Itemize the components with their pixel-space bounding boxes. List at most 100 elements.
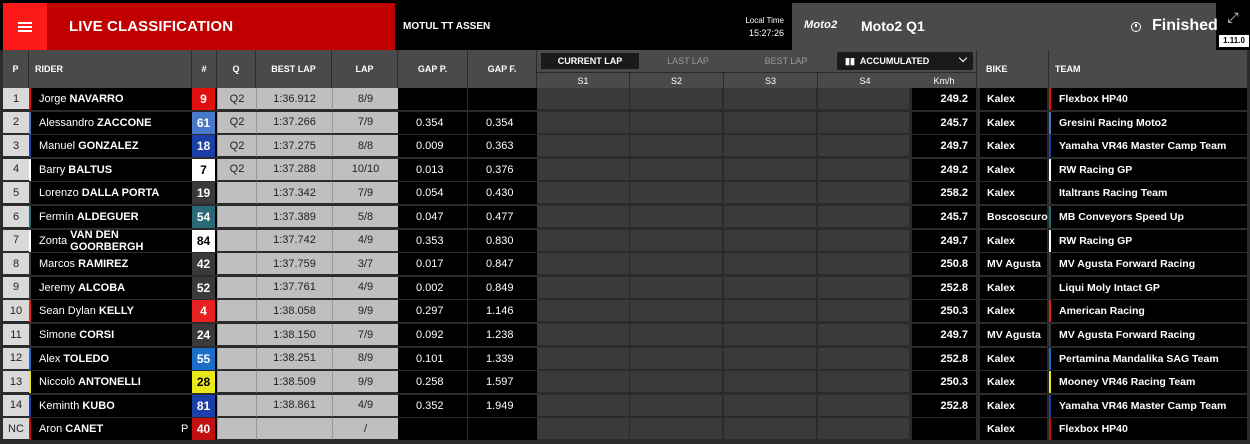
gap-first-cell: 0.830 (468, 229, 537, 252)
gap-first-cell: 0.354 (468, 111, 537, 134)
sector-tabs: CURRENT LAP LAST LAP BEST LAP ▮▮ ACCUMUL… (537, 50, 977, 88)
rider-first-name: Marcos (39, 258, 76, 271)
gap-first-cell: 1.238 (468, 324, 537, 346)
sector-1-cell (537, 158, 630, 181)
lap-count-cell: 4/9 (332, 276, 398, 299)
tab-current-lap[interactable]: CURRENT LAP (541, 53, 639, 69)
sector-4-cell (818, 158, 910, 181)
rider-cell[interactable]: Lorenzo DALLA PORTA (29, 182, 192, 205)
tab-last-lap[interactable]: LAST LAP (639, 53, 737, 69)
expand-icon[interactable]: ⤢ (1220, 4, 1246, 30)
menu-button[interactable] (3, 3, 47, 50)
sector-2-cell (630, 371, 723, 394)
col-pos: P (3, 50, 29, 88)
lap-count-cell: 7/9 (332, 111, 398, 134)
rider-cell[interactable]: Barry BALTUS (29, 158, 192, 181)
best-lap-cell: 1:38.509 (256, 371, 332, 394)
rider-cell[interactable]: Aron CANET P (29, 418, 192, 441)
rider-cell[interactable]: Alex TOLEDO (29, 347, 192, 370)
rider-number-badge: 18 (192, 135, 217, 158)
rider-first-name: Aron (39, 423, 63, 436)
sector-4-cell (818, 371, 910, 394)
lap-count-cell: / (332, 418, 398, 441)
table-row[interactable]: 4 Barry BALTUS 7 Q2 1:37.288 10/10 0.013 0.376 24… (3, 158, 1247, 183)
rider-last-name: DALLA PORTA (81, 187, 160, 200)
sector-4-cell (818, 300, 910, 323)
rider-number-badge: 42 (192, 253, 217, 276)
rider-number-badge: 61 (192, 111, 217, 134)
bike-cell: Kalex (980, 418, 1047, 441)
moto2-logo: Moto2 (804, 19, 838, 31)
sector-4-cell (818, 276, 910, 299)
table-row[interactable]: NC Aron CANET P 40 / Kalex Flexbox HP40 (3, 418, 1247, 442)
rider-cell[interactable]: Niccolò ANTONELLI (29, 371, 192, 394)
gap-first-cell: 0.847 (468, 253, 537, 276)
table-row[interactable]: 13 Niccolò ANTONELLI 28 1:38.509 9/9 0.258 1.59… (3, 371, 1247, 395)
sector-3-cell (724, 418, 817, 441)
team-cell: RW Racing GP (1049, 229, 1247, 252)
col-s1: S1 (537, 72, 630, 88)
gap-first-cell: 1.949 (468, 394, 537, 417)
best-lap-cell: 1:37.275 (256, 135, 332, 158)
gap-previous-cell: 0.013 (398, 158, 468, 181)
position-cell: 2 (3, 111, 29, 134)
sector-1-cell (537, 88, 630, 110)
table-row[interactable]: 2 Alessandro ZACCONE 61 Q2 1:37.266 7/9 0.354 0.… (3, 111, 1247, 136)
bike-cell: Kalex (980, 229, 1047, 252)
position-cell: 6 (3, 206, 29, 228)
table-row[interactable]: 11 Simone CORSI 24 1:38.150 7/9 0.092 1.238 249.… (3, 324, 1247, 348)
tab-best-lap[interactable]: BEST LAP (737, 53, 835, 69)
bike-cell: Kalex (980, 300, 1047, 323)
rider-last-name: ANTONELLI (78, 376, 141, 389)
table-row[interactable]: 8 Marcos RAMIREZ 42 1:37.759 3/7 0.017 0.847 250… (3, 253, 1247, 277)
sector-2-cell (630, 88, 723, 110)
gap-previous-cell (398, 418, 468, 441)
lap-count-cell: 9/9 (332, 300, 398, 323)
rider-cell[interactable]: Jeremy ALCOBA (29, 276, 192, 299)
sector-1-cell (537, 276, 630, 299)
table-row[interactable]: 12 Alex TOLEDO 55 1:38.251 8/9 0.101 1.339 252.8… (3, 347, 1247, 372)
rider-cell[interactable]: Jorge NAVARRO (29, 88, 192, 110)
position-cell: 14 (3, 394, 29, 417)
rider-last-name: CANET (65, 423, 104, 436)
sector-2-cell (630, 229, 723, 252)
sector-1-cell (537, 111, 630, 134)
rider-cell[interactable]: Alessandro ZACCONE (29, 111, 192, 134)
bike-cell: Kalex (980, 371, 1047, 394)
gap-first-cell: 1.146 (468, 300, 537, 323)
sector-3-cell (724, 111, 817, 134)
rider-cell[interactable]: Keminth KUBO (29, 394, 192, 417)
rider-last-name: ALCOBA (78, 281, 126, 294)
sector-1-cell (537, 182, 630, 205)
sector-3-cell (724, 347, 817, 370)
rider-cell[interactable]: Fermín ALDEGUER (29, 206, 192, 228)
table-row[interactable]: 5 Lorenzo DALLA PORTA 19 1:37.342 7/9 0.054 0.4… (3, 182, 1247, 206)
position-cell: 8 (3, 253, 29, 276)
rider-cell[interactable]: Marcos RAMIREZ (29, 253, 192, 276)
table-row[interactable]: 9 Jeremy ALCOBA 52 1:37.761 4/9 0.002 0.849 252.… (3, 276, 1247, 301)
col-q: Q (217, 50, 256, 88)
table-row[interactable]: 1 Jorge NAVARRO 9 Q2 1:36.912 8/9 249.2 Kalex Fle… (3, 88, 1247, 112)
best-lap-cell: 1:37.742 (256, 229, 332, 252)
mode-dropdown[interactable]: ▮▮ ACCUMULATED (837, 52, 973, 70)
table-row[interactable]: 10 Sean Dylan KELLY 4 1:38.058 9/9 0.297 1.146 2… (3, 300, 1247, 324)
speed-cell: 250.3 (912, 371, 976, 394)
qualifying-cell (217, 253, 256, 276)
table-row[interactable]: 3 Manuel GONZALEZ 18 Q2 1:37.275 8/8 0.009 0.363… (3, 135, 1247, 159)
table-row[interactable]: 6 Fermín ALDEGUER 54 1:37.389 5/8 0.047 0.477 24… (3, 206, 1247, 230)
speed-cell: 249.7 (912, 324, 976, 346)
gap-previous-cell: 0.352 (398, 394, 468, 417)
table-row[interactable]: 7 Zonta VAN DEN GOORBERGH 84 1:37.742 4/9 0.35… (3, 229, 1247, 254)
rider-cell[interactable]: Sean Dylan KELLY (29, 300, 192, 323)
sector-4-cell (818, 347, 910, 370)
rider-cell[interactable]: Simone CORSI (29, 324, 192, 346)
qualifying-cell (217, 371, 256, 394)
rider-cell[interactable]: Zonta VAN DEN GOORBERGH (29, 229, 192, 253)
table-row[interactable]: 14 Keminth KUBO 81 1:38.861 4/9 0.352 1.949 252.… (3, 394, 1247, 419)
rider-cell[interactable]: Manuel GONZALEZ (29, 135, 192, 158)
speed-cell: 245.7 (912, 206, 976, 228)
best-lap-cell: 1:38.150 (256, 324, 332, 346)
rider-first-name: Jorge (39, 93, 67, 105)
bar-chart-icon: ▮▮ (845, 55, 855, 66)
header-bar: LIVE CLASSIFICATION MOTUL TT ASSEN Local… (0, 0, 1250, 50)
